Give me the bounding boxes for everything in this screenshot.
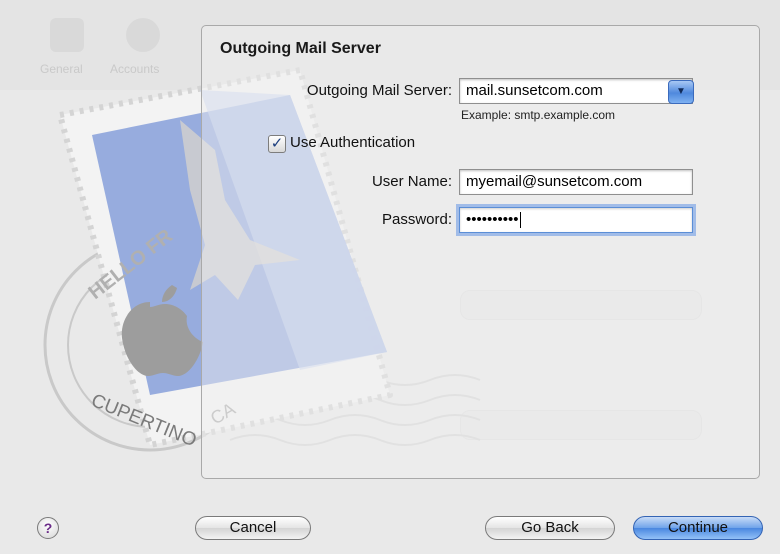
use-authentication-checkbox[interactable]: ✓	[268, 135, 286, 153]
server-label: Outgoing Mail Server:	[306, 82, 452, 99]
cancel-button[interactable]: Cancel	[195, 516, 311, 540]
help-button[interactable]: ?	[37, 517, 59, 539]
server-value: mail.sunsetcom.com	[466, 82, 603, 99]
username-value: myemail@sunsetcom.com	[466, 173, 643, 190]
username-input[interactable]: myemail@sunsetcom.com	[459, 169, 693, 195]
password-label: Password:	[381, 211, 452, 228]
server-dropdown-button[interactable]: ▼	[668, 80, 694, 104]
continue-button[interactable]: Continue	[633, 516, 763, 540]
checkmark-icon: ✓	[270, 135, 284, 152]
server-hint: Example: smtp.example.com	[461, 108, 616, 122]
section-title: Outgoing Mail Server	[220, 40, 381, 57]
go-back-button[interactable]: Go Back	[485, 516, 615, 540]
password-input[interactable]: ••••••••••	[459, 207, 693, 233]
text-caret	[519, 212, 521, 229]
use-authentication-label[interactable]: Use Authentication	[290, 134, 415, 151]
username-label: User Name:	[371, 173, 452, 190]
chevron-down-icon: ▼	[676, 86, 686, 97]
server-combo-input[interactable]: mail.sunsetcom.com	[459, 78, 693, 104]
password-mask: ••••••••••	[466, 211, 519, 228]
